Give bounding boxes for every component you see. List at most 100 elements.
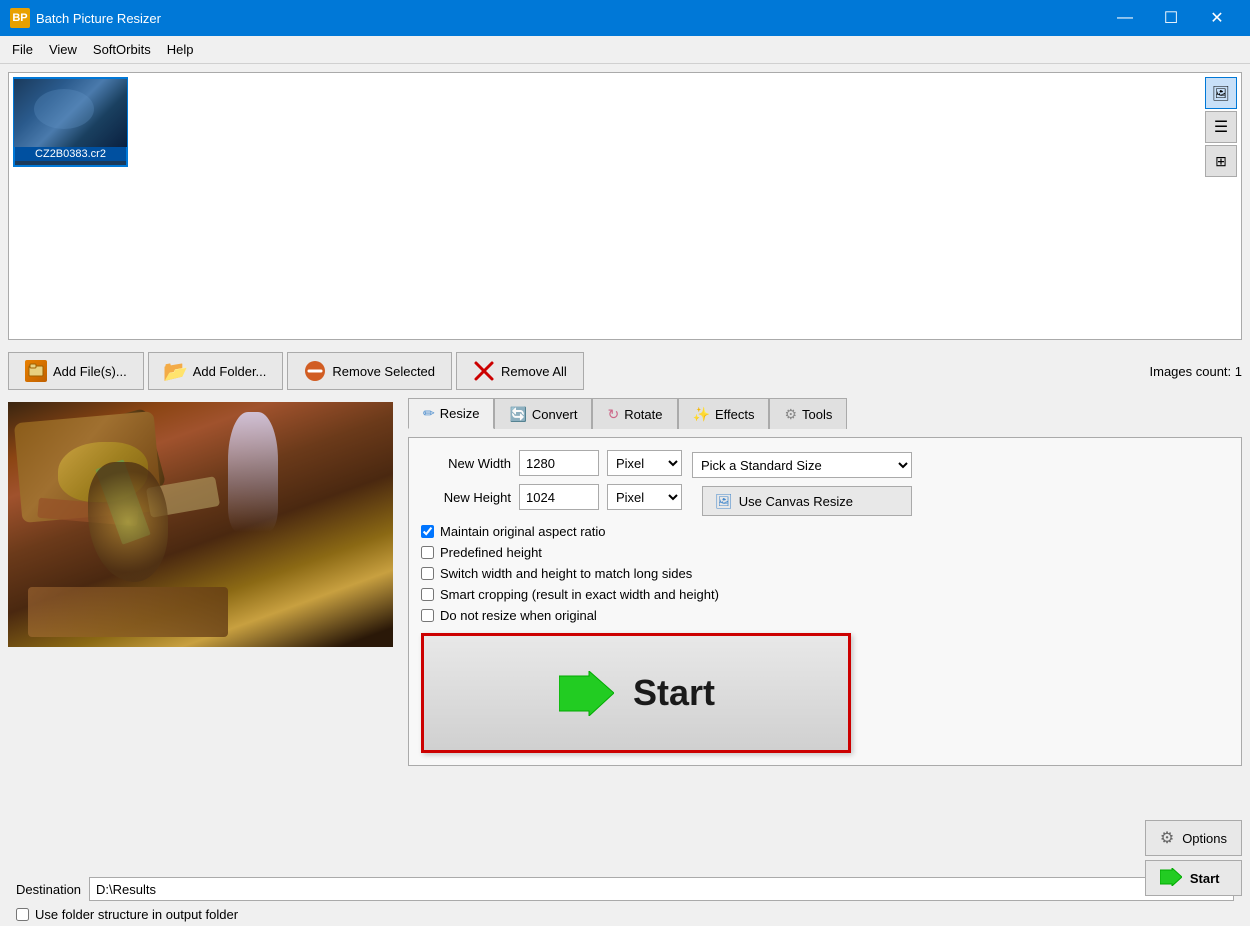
grid-view-icon: ⊞ <box>1215 153 1227 170</box>
smart-crop-row[interactable]: Smart cropping (result in exact width an… <box>421 587 1229 602</box>
options-button[interactable]: ⚙ Options <box>1145 820 1242 856</box>
thumbnail-view-button[interactable]: 🖼 <box>1205 77 1237 109</box>
preview-image <box>8 402 393 647</box>
predefined-height-label: Predefined height <box>440 545 542 560</box>
remove-selected-label: Remove Selected <box>332 364 435 379</box>
switch-sides-checkbox[interactable] <box>421 567 434 580</box>
destination-input[interactable] <box>89 877 1234 901</box>
folder-structure-row: Use folder structure in output folder <box>8 907 1242 926</box>
menu-help[interactable]: Help <box>159 39 202 60</box>
smart-crop-label: Smart cropping (result in exact width an… <box>440 587 719 602</box>
add-files-button[interactable]: Add File(s)... <box>8 352 144 390</box>
checkbox-area: Maintain original aspect ratio Predefine… <box>421 524 1229 629</box>
images-count: Images count: 1 <box>1150 364 1243 379</box>
settings-tabs: ✏ Resize 🔄 Convert ↻ Rotate ✨ Effects ⚙ <box>408 398 1242 429</box>
height-row: New Height Pixel Percent Inch Cm <box>421 484 682 510</box>
thumb-image <box>14 79 127 147</box>
list-view-button[interactable]: ☰ <box>1205 111 1237 143</box>
remove-selected-button[interactable]: Remove Selected <box>287 352 452 390</box>
maintain-aspect-checkbox[interactable] <box>421 525 434 538</box>
resize-settings-content: New Width Pixel Percent Inch Cm New Heig… <box>408 437 1242 766</box>
file-name-label: CZ2B0383.cr2 <box>15 147 126 161</box>
file-list-area: CZ2B0383.cr2 🖼 ☰ ⊞ <box>8 72 1242 340</box>
remove-selected-icon <box>304 360 326 382</box>
add-files-icon <box>25 360 47 382</box>
preview-panel <box>0 394 400 871</box>
settings-panel: ✏ Resize 🔄 Convert ↻ Rotate ✨ Effects ⚙ <box>400 394 1250 871</box>
view-controls: 🖼 ☰ ⊞ <box>1201 73 1241 181</box>
cr2-preview-image <box>14 79 127 147</box>
tab-convert[interactable]: 🔄 Convert <box>494 398 592 429</box>
maintain-aspect-row[interactable]: Maintain original aspect ratio <box>421 524 1229 539</box>
right-sidebar: ⚙ Options Start <box>1145 820 1242 896</box>
standard-size-select[interactable]: Pick a Standard Size <box>692 452 912 478</box>
canvas-resize-label: Use Canvas Resize <box>739 494 853 509</box>
no-resize-row[interactable]: Do not resize when original <box>421 608 1229 623</box>
start-small-button[interactable]: Start <box>1145 860 1242 896</box>
remove-all-icon <box>473 360 495 382</box>
new-height-input[interactable] <box>519 484 599 510</box>
tools-tab-label: Tools <box>802 407 832 422</box>
list-view-icon: ☰ <box>1214 117 1228 137</box>
minimize-button[interactable]: — <box>1102 0 1148 36</box>
app-title: Batch Picture Resizer <box>36 11 1102 26</box>
start-small-arrow-icon <box>1160 868 1182 889</box>
main-toolbar: Add File(s)... 📂 Add Folder... Remove Se… <box>0 348 1250 394</box>
titlebar: BP Batch Picture Resizer — ☐ ✕ <box>0 0 1250 36</box>
smart-crop-checkbox[interactable] <box>421 588 434 601</box>
menu-view[interactable]: View <box>41 39 85 60</box>
grid-view-button[interactable]: ⊞ <box>1205 145 1237 177</box>
start-large-button[interactable]: Start <box>421 633 851 753</box>
convert-tab-label: Convert <box>532 407 578 422</box>
start-label: Start <box>633 672 715 714</box>
folder-structure-checkbox[interactable] <box>16 908 29 921</box>
no-resize-checkbox[interactable] <box>421 609 434 622</box>
food-preview-image <box>8 402 393 647</box>
start-area: Start <box>421 633 1229 753</box>
file-thumbnail[interactable]: CZ2B0383.cr2 <box>13 77 128 167</box>
remove-all-label: Remove All <box>501 364 567 379</box>
switch-sides-label: Switch width and height to match long si… <box>440 566 692 581</box>
tab-rotate[interactable]: ↻ Rotate <box>592 398 677 429</box>
new-height-label: New Height <box>421 490 511 505</box>
start-small-label: Start <box>1190 871 1220 886</box>
menu-file[interactable]: File <box>4 39 41 60</box>
thumbnail-view-icon: 🖼 <box>1212 85 1230 102</box>
predefined-height-row[interactable]: Predefined height <box>421 545 1229 560</box>
resize-tab-icon: ✏ <box>423 405 435 422</box>
tab-tools[interactable]: ⚙ Tools <box>769 398 847 429</box>
width-unit-select[interactable]: Pixel Percent Inch Cm <box>607 450 682 476</box>
menu-softorbits[interactable]: SoftOrbits <box>85 39 159 60</box>
predefined-height-checkbox[interactable] <box>421 546 434 559</box>
window-controls: — ☐ ✕ <box>1102 0 1240 36</box>
add-files-label: Add File(s)... <box>53 364 127 379</box>
remove-all-button[interactable]: Remove All <box>456 352 584 390</box>
height-unit-select[interactable]: Pixel Percent Inch Cm <box>607 484 682 510</box>
tools-tab-icon: ⚙ <box>784 406 797 423</box>
destination-label: Destination <box>16 882 81 897</box>
maintain-aspect-label: Maintain original aspect ratio <box>440 524 605 539</box>
add-folder-button[interactable]: 📂 Add Folder... <box>148 352 284 390</box>
main-content: CZ2B0383.cr2 🖼 ☰ ⊞ Add File(s)... 📂 Add … <box>0 64 1250 926</box>
convert-tab-icon: 🔄 <box>509 406 526 423</box>
effects-tab-label: Effects <box>715 407 755 422</box>
add-folder-icon: 📂 <box>165 360 187 382</box>
maximize-button[interactable]: ☐ <box>1148 0 1194 36</box>
gear-icon: ⚙ <box>1160 828 1174 848</box>
new-width-input[interactable] <box>519 450 599 476</box>
tab-resize[interactable]: ✏ Resize <box>408 398 494 429</box>
switch-sides-row[interactable]: Switch width and height to match long si… <box>421 566 1229 581</box>
canvas-resize-icon: 🖼 <box>715 493 733 510</box>
rotate-tab-label: Rotate <box>624 407 662 422</box>
close-button[interactable]: ✕ <box>1194 0 1240 36</box>
options-label: Options <box>1182 831 1227 846</box>
app-icon: BP <box>10 8 30 28</box>
tab-effects[interactable]: ✨ Effects <box>678 398 770 429</box>
resize-tab-label: Resize <box>440 406 480 421</box>
canvas-resize-button[interactable]: 🖼 Use Canvas Resize <box>702 486 912 516</box>
menubar: File View SoftOrbits Help <box>0 36 1250 64</box>
no-resize-label: Do not resize when original <box>440 608 597 623</box>
width-row: New Width Pixel Percent Inch Cm <box>421 450 682 476</box>
add-folder-label: Add Folder... <box>193 364 267 379</box>
effects-tab-icon: ✨ <box>693 406 710 423</box>
